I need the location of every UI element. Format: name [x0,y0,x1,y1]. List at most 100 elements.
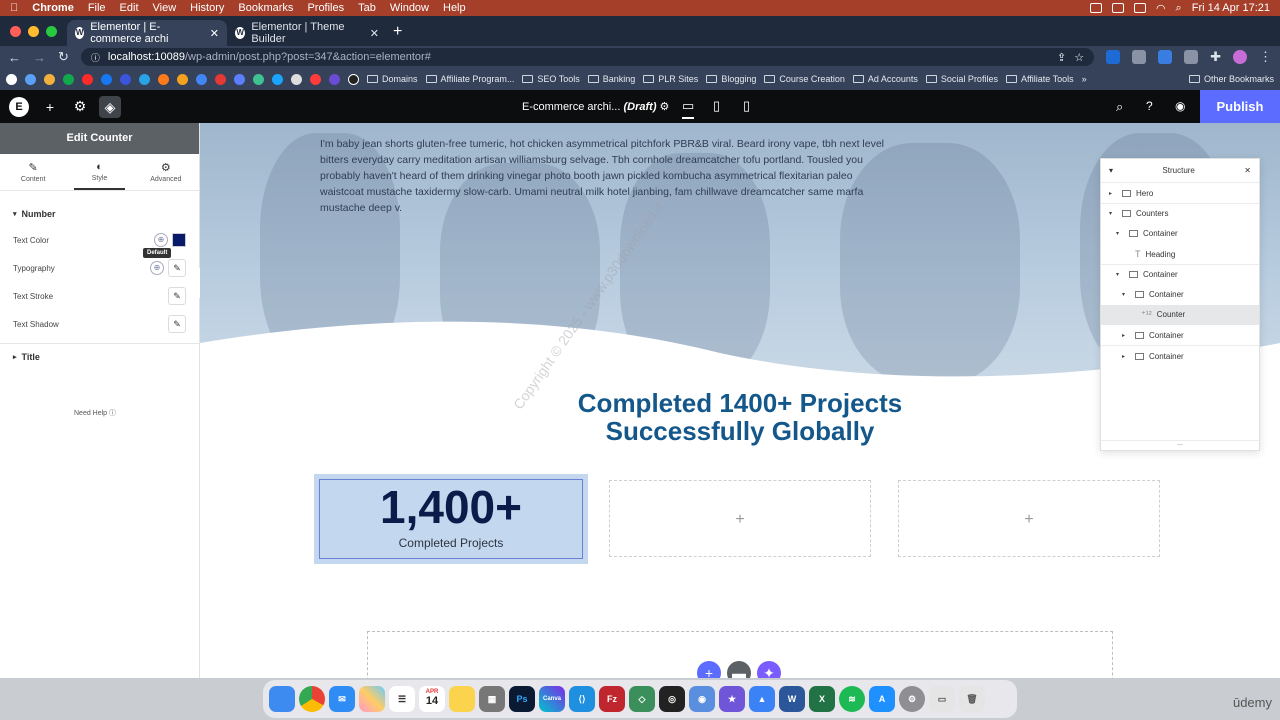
downloads-icon[interactable]: ▭ [929,686,955,712]
new-tab-button[interactable]: + [393,23,402,41]
extensions-puzzle-icon[interactable]: ✚ [1210,49,1221,65]
minimize-window-button[interactable] [28,26,39,37]
bookmark-folder-blogging[interactable]: Blogging [706,74,756,84]
mail-icon[interactable]: ✉ [329,686,355,712]
structure-item-container[interactable]: ▾ Container [1101,264,1259,284]
bookmark-folder-course-creation[interactable]: Course Creation [764,74,845,84]
extension-icon[interactable] [1184,50,1199,64]
close-tab-icon[interactable]: ✕ [370,27,379,40]
app-icon[interactable]: ▲ [749,686,775,712]
other-bookmarks-folder[interactable]: Other Bookmarks [1188,74,1274,84]
finder-search-icon[interactable]: ⌕ [1116,99,1123,115]
expand-arrow-icon[interactable]: ▸ [1109,190,1117,197]
maximize-window-button[interactable] [46,26,57,37]
bookmark-folder-banking[interactable]: Banking [587,74,635,84]
mobile-view-icon[interactable]: ▯ [743,98,750,114]
bookmark-favicon[interactable] [215,73,226,85]
bookmark-favicon[interactable] [44,73,55,85]
expand-arrow-icon[interactable]: ▾ [1116,230,1124,237]
bookmark-favicon[interactable] [6,73,17,85]
color-swatch[interactable] [172,233,186,247]
bookmark-favicon[interactable] [310,73,321,85]
extension-icon[interactable] [1106,50,1121,64]
bookmark-folder-ad-accounts[interactable]: Ad Accounts [852,74,918,84]
document-title[interactable]: E-commerce archi... (Draft) ⚙ [522,100,669,113]
tablet-view-icon[interactable]: ▯ [713,98,720,114]
wifi-icon[interactable]: ◠ [1156,2,1166,15]
close-tab-icon[interactable]: ✕ [210,27,219,40]
expand-arrow-icon[interactable]: ▾ [1109,210,1117,217]
system-settings-icon[interactable]: ⚙ [899,686,925,712]
expand-arrow-icon[interactable]: ▾ [1122,291,1130,298]
canva-icon[interactable]: Canva [539,686,565,712]
calculator-icon[interactable]: ▦ [479,686,505,712]
app-store-icon[interactable]: A [869,686,895,712]
obs-icon[interactable]: ◎ [659,686,685,712]
empty-container-add-widget[interactable]: + [609,480,871,557]
bookmark-folder-affiliate-program[interactable]: Affiliate Program... [425,74,514,84]
empty-container-add-widget[interactable]: + [898,480,1160,557]
bookmark-folder-affiliate-tools[interactable]: Affiliate Tools [1005,74,1074,84]
word-icon[interactable]: W [779,686,805,712]
global-colors-icon[interactable]: ⊕ [154,233,168,247]
imovie-icon[interactable]: ★ [719,686,745,712]
add-template-folder-icon[interactable]: ▬ [727,661,751,678]
chrome-menu-icon[interactable]: ⋮ [1259,49,1272,65]
tray-icon[interactable] [1089,3,1102,13]
extension-icon[interactable] [1132,50,1147,64]
bookmark-favicon[interactable] [25,73,36,85]
tab-theme-builder[interactable]: W Elementor | Theme Builder ✕ [227,20,387,46]
share-icon[interactable]: ⇪ [1057,51,1066,64]
bookmark-favicon[interactable] [63,73,74,85]
vscode-icon[interactable]: ⟨⟩ [569,686,595,712]
menu-tab[interactable]: Tab [358,2,376,14]
chrome-icon[interactable] [299,686,325,712]
expand-arrow-icon[interactable]: ▸ [1122,332,1130,339]
section-number[interactable]: ▾ Number [0,202,199,226]
reminders-icon[interactable]: ☰ [389,686,415,712]
address-bar[interactable]: ⓘ localhost:10089/wp-admin/post.php?post… [80,48,1095,66]
bookmark-favicon[interactable] [177,73,188,85]
add-section-button[interactable]: + [697,661,721,678]
trash-icon[interactable]: 🗑 [959,686,985,712]
menu-profiles[interactable]: Profiles [307,2,344,14]
elementor-logo-icon[interactable]: E [9,96,29,117]
extension-icon[interactable] [1158,50,1173,64]
bookmark-favicon[interactable] [234,73,245,85]
bookmark-favicon[interactable] [348,73,359,85]
search-icon[interactable]: ⌕ [1176,2,1182,15]
structure-item-heading[interactable]: T Heading [1101,244,1259,264]
counters-heading[interactable]: Completed 1400+ Projects Successfully Gl… [530,389,950,445]
bookmark-favicon[interactable] [253,73,264,85]
bookmark-favicon[interactable] [272,73,283,85]
finder-icon[interactable] [269,686,295,712]
close-icon[interactable]: ✕ [1244,166,1251,175]
bookmark-favicon[interactable] [101,73,112,85]
reload-icon[interactable]: ↻ [58,49,69,65]
bookmark-favicon[interactable] [291,73,302,85]
structure-item-container[interactable]: ▾ Container [1101,224,1259,244]
calendar-icon[interactable]: APR 14 [419,686,445,712]
tray-icon[interactable] [1111,3,1124,13]
tab-elementor-ecommerce[interactable]: W Elementor | E-commerce archi ✕ [67,20,227,46]
bookmarks-overflow-button[interactable]: » [1082,74,1087,84]
structure-item-container[interactable]: ▸ Container [1101,345,1259,365]
menu-edit[interactable]: Edit [120,2,139,14]
forward-icon[interactable]: → [33,50,46,65]
hero-paragraph[interactable]: I'm baby jean shorts gluten-free tumeric… [320,136,895,216]
menu-chrome[interactable]: Chrome [32,2,74,14]
edit-typography-button[interactable]: ✎ [168,259,186,277]
site-info-icon[interactable]: ⓘ [91,51,100,64]
counter-widget[interactable]: 1,400+ Completed Projects [319,479,583,559]
menu-file[interactable]: File [88,2,106,14]
counter-widget-container[interactable]: 1,400+ Completed Projects [314,474,588,564]
need-help-link[interactable]: Need Help ⓘ [74,408,116,418]
publish-button[interactable]: Publish [1200,90,1280,123]
structure-item-hero[interactable]: ▸ Hero [1101,183,1259,203]
bookmark-star-icon[interactable]: ☆ [1074,51,1084,64]
edit-text-stroke-button[interactable]: ✎ [168,287,186,305]
structure-item-counters[interactable]: ▾ Counters [1101,203,1259,223]
filezilla-icon[interactable]: Fz [599,686,625,712]
tab-advanced[interactable]: ⚙ Advanced [133,154,199,190]
app-icon[interactable]: ◉ [689,686,715,712]
